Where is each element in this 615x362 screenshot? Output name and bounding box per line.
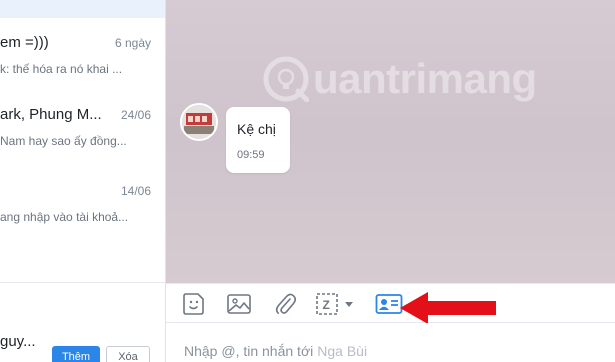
selected-conversation-highlight[interactable] [0, 0, 165, 18]
recipient-name: Nga Bùi [317, 343, 368, 359]
sticker-button[interactable] [180, 291, 208, 317]
conversation-preview: ang nhập vào tài khoả... [0, 210, 129, 224]
message-composer[interactable]: Nhập @, tin nhắn tới Nga Bùi [166, 323, 615, 362]
conversation-name: ark, Phung M... [0, 106, 102, 123]
watermark: uantrimang [263, 54, 537, 104]
conversation-name: em =))) [0, 34, 49, 51]
conversation-time: 6 ngày [114, 36, 151, 50]
watermark-logo-icon [263, 56, 309, 102]
send-image-button[interactable] [225, 291, 253, 317]
image-icon [227, 294, 251, 314]
conversation-preview: k: thế hóa ra nó khai ... [0, 62, 123, 76]
message-time: 09:59 [237, 149, 265, 161]
red-arrow-annotation [400, 292, 496, 324]
avatar[interactable] [180, 103, 218, 141]
conversation-item[interactable]: 14/06 ang nhập vào tài khoả... [0, 182, 165, 254]
conversation-time: 24/06 [120, 108, 151, 122]
list-divider [0, 282, 165, 283]
message-bubble[interactable]: Kệ chị 09:59 [226, 107, 290, 173]
chevron-down-icon [345, 302, 353, 307]
attachment-icon [275, 293, 297, 314]
contact-card-icon [375, 294, 403, 314]
composer-toolbar: Z [166, 283, 615, 323]
message-text: Kệ chị [237, 121, 276, 137]
conversation-item[interactable]: em =))) 6 ngày k: thế hóa ra nó khai ... [0, 34, 165, 106]
conversation-preview: Nam hay sao ấy đồng... [0, 134, 127, 148]
message-input-placeholder: Nhập @, tin nhắn tới [184, 343, 314, 359]
message-input[interactable]: Nhập @, tin nhắn tới Nga Bùi [184, 343, 367, 359]
delete-suggestion-button[interactable]: Xóa [106, 346, 150, 362]
emoji-icon [183, 293, 204, 315]
screenshot-button[interactable]: Z [314, 291, 360, 317]
watermark-text: uantrimang [313, 55, 537, 102]
add-friend-button[interactable]: Thêm [52, 346, 100, 362]
conversation-item[interactable]: ark, Phung M... 24/06 Nam hay sao ấy đồn… [0, 106, 165, 178]
attach-file-button[interactable] [272, 291, 298, 317]
avatar-image [182, 105, 216, 139]
screenshot-label: Z [323, 298, 330, 312]
screenshot-icon: Z [316, 293, 353, 315]
chat-messages-area: uantrimang Kệ chị 09:59 [166, 0, 615, 283]
conversation-list: em =))) 6 ngày k: thế hóa ra nó khai ...… [0, 0, 166, 362]
conversation-time: 14/06 [120, 184, 151, 198]
suggested-contact-name: guy... [0, 333, 36, 350]
